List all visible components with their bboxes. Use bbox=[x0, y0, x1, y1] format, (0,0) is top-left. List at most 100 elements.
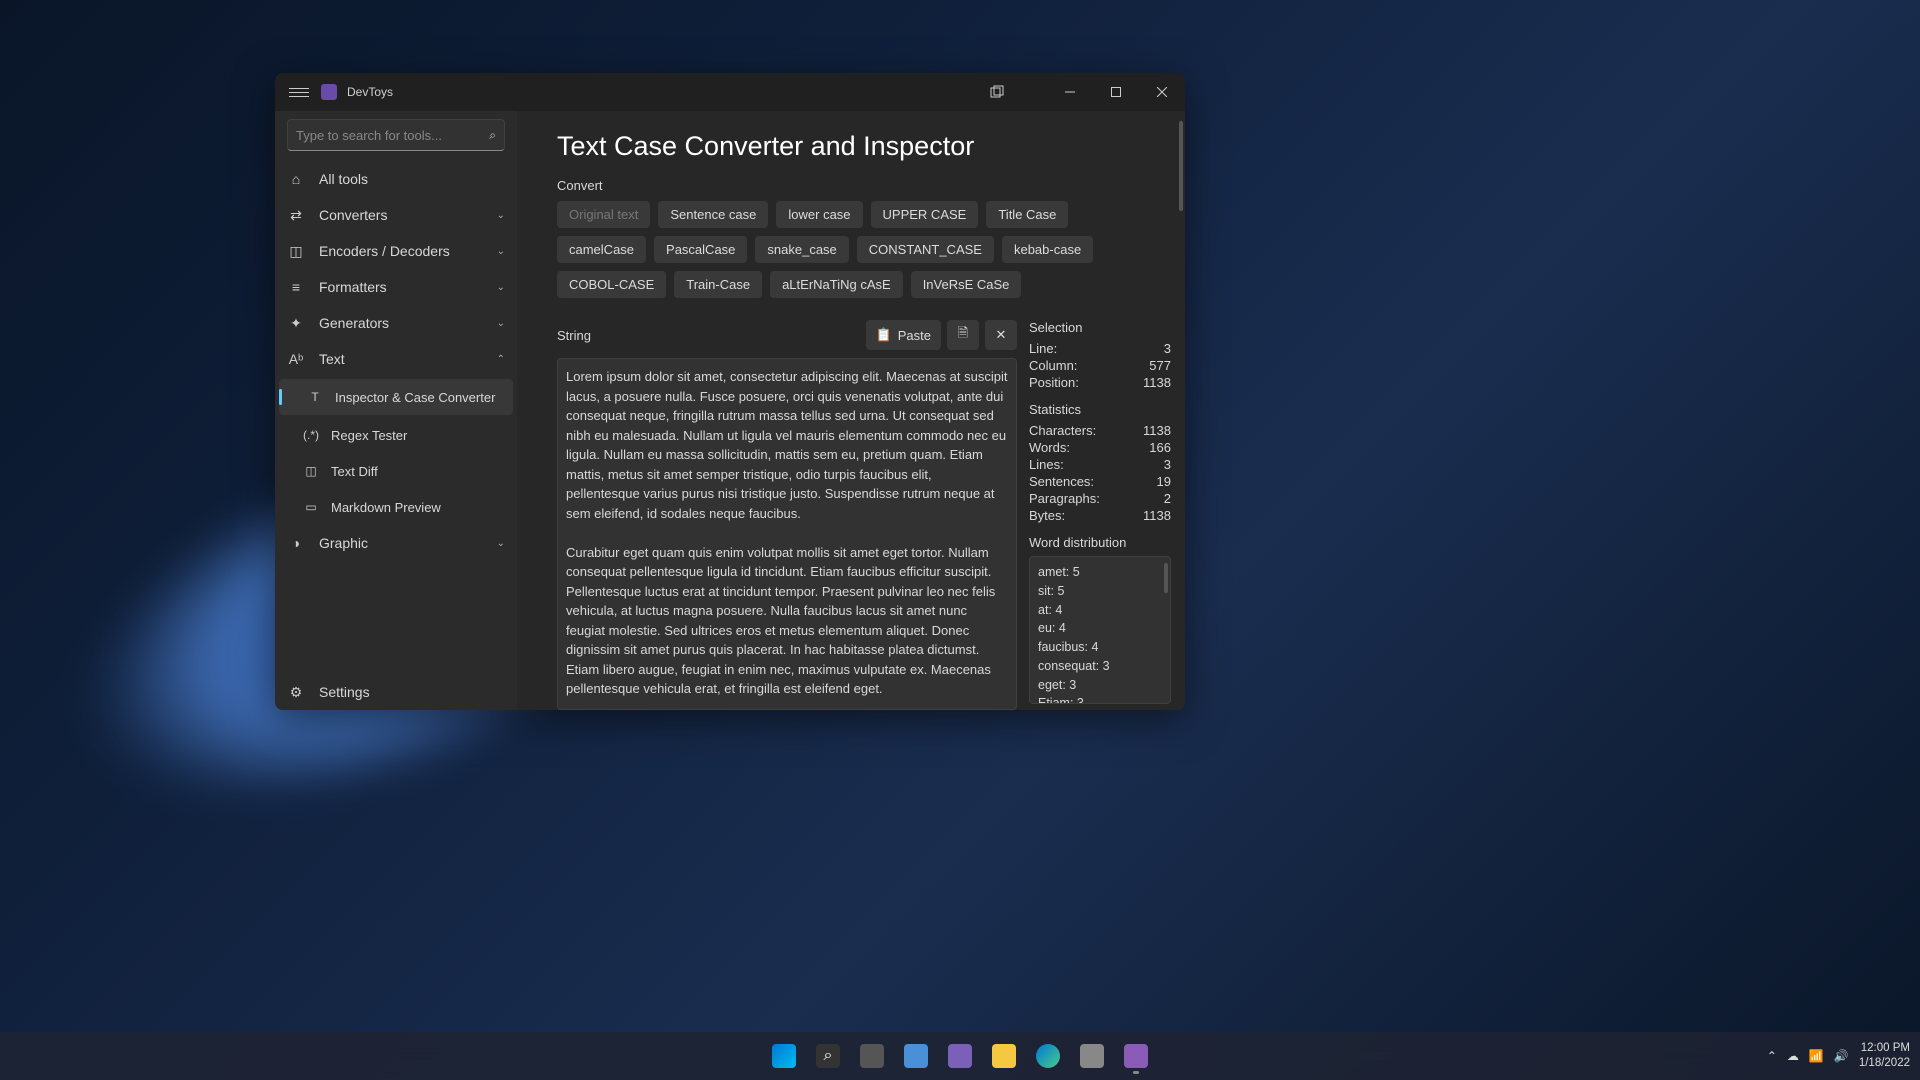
close-icon: ✕ bbox=[996, 327, 1007, 343]
chip-lower[interactable]: lower case bbox=[776, 201, 862, 228]
nav-converters[interactable]: ⇄ Converters ⌄ bbox=[275, 197, 517, 233]
nav-formatters[interactable]: ≡ Formatters ⌄ bbox=[275, 269, 517, 305]
nav-text-diff[interactable]: ◫ Text Diff bbox=[275, 453, 517, 489]
app-title: DevToys bbox=[347, 85, 393, 99]
chip-train[interactable]: Train-Case bbox=[674, 271, 762, 298]
markdown-icon: ▭ bbox=[303, 500, 319, 514]
clear-button[interactable]: ✕ bbox=[985, 320, 1017, 350]
diff-icon: ◫ bbox=[303, 464, 319, 478]
close-button[interactable] bbox=[1139, 73, 1185, 111]
nav-text-inspector[interactable]: T Inspector & Case Converter bbox=[279, 379, 513, 415]
nav-encoders[interactable]: ◫ Encoders / Decoders ⌄ bbox=[275, 233, 517, 269]
chevron-down-icon: ⌄ bbox=[497, 210, 505, 221]
chip-title[interactable]: Title Case bbox=[986, 201, 1068, 228]
devtoys-taskbar[interactable] bbox=[1116, 1036, 1156, 1076]
selection-column: 577 bbox=[1149, 358, 1171, 373]
teams-chat[interactable] bbox=[940, 1036, 980, 1076]
encoder-icon: ◫ bbox=[287, 242, 305, 260]
chip-snake[interactable]: snake_case bbox=[755, 236, 848, 263]
stats-chars: 1138 bbox=[1143, 423, 1171, 438]
search-icon: ⌕ bbox=[489, 128, 496, 143]
maximize-button[interactable] bbox=[1093, 73, 1139, 111]
clipboard-icon: 📋 bbox=[876, 327, 892, 343]
chevron-up-icon: ⌃ bbox=[497, 354, 505, 365]
nav-all-tools[interactable]: ⌂ All tools bbox=[275, 161, 517, 197]
text-icon: Aᵇ bbox=[287, 350, 305, 368]
chip-constant[interactable]: CONSTANT_CASE bbox=[857, 236, 994, 263]
taskbar: ⌕ ⌃ ☁ 📶 🔊 12:00 PM 1/18/2022 bbox=[0, 1032, 1920, 1080]
chip-kebab[interactable]: kebab-case bbox=[1002, 236, 1093, 263]
stats-words: 166 bbox=[1149, 440, 1171, 455]
selection-heading: Selection bbox=[1029, 320, 1171, 335]
sidebar: ⌕ ⌂ All tools ⇄ Converters ⌄ ◫ Encoders … bbox=[275, 111, 517, 710]
page-title: Text Case Converter and Inspector bbox=[557, 131, 1185, 162]
nav-text-regex[interactable]: (.*) Regex Tester bbox=[275, 417, 517, 453]
stats-paragraphs: 2 bbox=[1164, 491, 1171, 506]
selection-line: 3 bbox=[1164, 341, 1171, 356]
system-tray[interactable]: ⌃ ☁ 📶 🔊 bbox=[1767, 1049, 1849, 1063]
file-icon: 🗎 bbox=[958, 324, 968, 346]
tray-chevron-icon[interactable]: ⌃ bbox=[1767, 1049, 1777, 1063]
inspector-icon: T bbox=[307, 390, 323, 404]
regex-icon: (.*) bbox=[303, 428, 319, 442]
task-view[interactable] bbox=[852, 1036, 892, 1076]
chevron-down-icon: ⌄ bbox=[497, 282, 505, 293]
open-file-button[interactable]: 🗎 bbox=[947, 320, 979, 350]
chevron-down-icon: ⌄ bbox=[497, 318, 505, 329]
chip-alternating[interactable]: aLtErNaTiNg cAsE bbox=[770, 271, 903, 298]
text-input[interactable]: Lorem ipsum dolor sit amet, consectetur … bbox=[557, 358, 1017, 710]
chip-inverse[interactable]: InVeRsE CaSe bbox=[911, 271, 1022, 298]
formatter-icon: ≡ bbox=[287, 278, 305, 296]
chip-cobol[interactable]: COBOL-CASE bbox=[557, 271, 666, 298]
graphic-icon: ◑ bbox=[287, 534, 305, 552]
paste-button[interactable]: 📋 Paste bbox=[866, 320, 941, 350]
search-box[interactable]: ⌕ bbox=[287, 119, 505, 151]
chip-camel[interactable]: camelCase bbox=[557, 236, 646, 263]
selection-position: 1138 bbox=[1143, 375, 1171, 390]
word-distribution[interactable]: amet: 5 sit: 5 at: 4 eu: 4 faucibus: 4 c… bbox=[1029, 556, 1171, 704]
word-dist-heading: Word distribution bbox=[1029, 535, 1171, 550]
app-window: DevToys ⌕ ⌂ All tools ⇄ Conver bbox=[275, 73, 1185, 710]
wifi-icon[interactable]: 📶 bbox=[1809, 1049, 1824, 1063]
stats-sentences: 19 bbox=[1157, 474, 1171, 489]
microsoft-store[interactable] bbox=[1072, 1036, 1112, 1076]
chip-pascal[interactable]: PascalCase bbox=[654, 236, 747, 263]
file-explorer[interactable] bbox=[984, 1036, 1024, 1076]
stats-bytes: 1138 bbox=[1143, 508, 1171, 523]
string-label: String bbox=[557, 328, 860, 343]
minimize-button[interactable] bbox=[1047, 73, 1093, 111]
converter-icon: ⇄ bbox=[287, 206, 305, 224]
app-icon bbox=[321, 84, 337, 100]
stats-heading: Statistics bbox=[1029, 402, 1171, 417]
content-area: Text Case Converter and Inspector Conver… bbox=[517, 111, 1185, 710]
chip-original[interactable]: Original text bbox=[557, 201, 650, 228]
titlebar: DevToys bbox=[275, 73, 1185, 111]
chevron-down-icon: ⌄ bbox=[497, 538, 505, 549]
taskbar-search[interactable]: ⌕ bbox=[808, 1036, 848, 1076]
nav-settings[interactable]: ⚙ Settings bbox=[275, 674, 517, 710]
stats-lines: 3 bbox=[1164, 457, 1171, 472]
volume-icon[interactable]: 🔊 bbox=[1834, 1049, 1849, 1063]
onedrive-icon[interactable]: ☁ bbox=[1787, 1049, 1799, 1063]
gear-icon: ⚙ bbox=[287, 683, 305, 701]
chevron-down-icon: ⌄ bbox=[497, 246, 505, 257]
home-icon: ⌂ bbox=[287, 170, 305, 188]
clock[interactable]: 12:00 PM 1/18/2022 bbox=[1859, 1041, 1910, 1071]
widgets[interactable] bbox=[896, 1036, 936, 1076]
chip-upper[interactable]: UPPER CASE bbox=[871, 201, 979, 228]
always-on-top-button[interactable] bbox=[977, 73, 1017, 111]
start-button[interactable] bbox=[764, 1036, 804, 1076]
nav-text[interactable]: Aᵇ Text ⌃ bbox=[275, 341, 517, 377]
generator-icon: ✦ bbox=[287, 314, 305, 332]
hamburger-menu[interactable] bbox=[289, 82, 309, 102]
nav-graphic[interactable]: ◑ Graphic ⌄ bbox=[275, 525, 517, 561]
chip-row: Original text Sentence case lower case U… bbox=[557, 201, 1185, 298]
scrollbar[interactable] bbox=[1179, 121, 1183, 211]
search-input[interactable] bbox=[296, 128, 489, 143]
nav-text-markdown[interactable]: ▭ Markdown Preview bbox=[275, 489, 517, 525]
edge-browser[interactable] bbox=[1028, 1036, 1068, 1076]
chip-sentence[interactable]: Sentence case bbox=[658, 201, 768, 228]
convert-label: Convert bbox=[557, 178, 1185, 193]
scrollbar[interactable] bbox=[1164, 563, 1168, 593]
nav-generators[interactable]: ✦ Generators ⌄ bbox=[275, 305, 517, 341]
